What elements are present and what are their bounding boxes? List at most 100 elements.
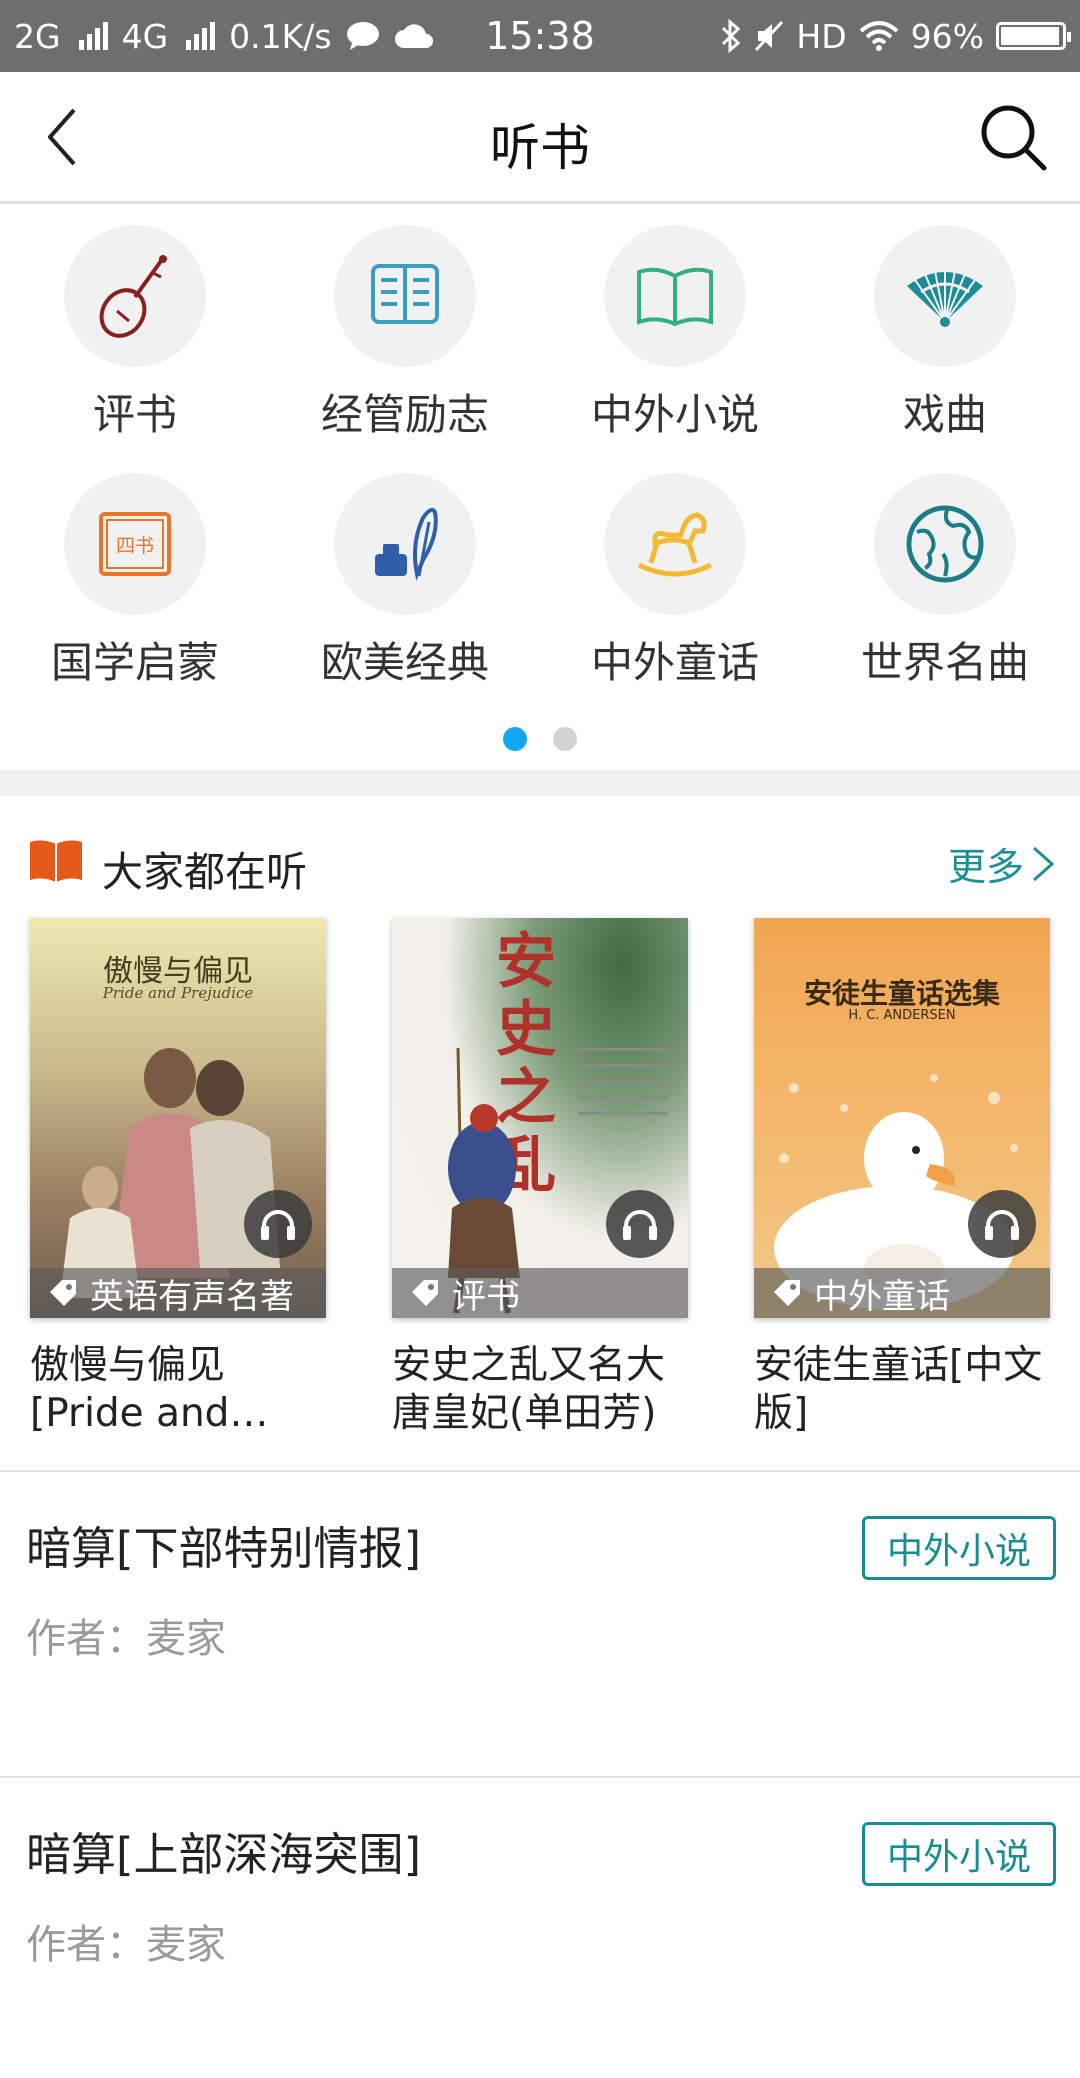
rocking-horse-icon <box>637 512 713 577</box>
list-item[interactable]: 暗算[上部深海突围] 中外小说 作者：麦家 <box>0 1778 1080 2078</box>
category-tag: 英语有声名著 <box>30 1268 326 1318</box>
category-opera[interactable]: 戏曲 <box>810 207 1080 447</box>
signal-icon <box>186 22 216 50</box>
category-label: 欧美经典 <box>320 638 489 687</box>
tag-icon <box>774 1280 800 1306</box>
category-management[interactable]: 经管励志 <box>270 207 540 447</box>
headphones-button[interactable] <box>968 1190 1036 1258</box>
headphones-icon <box>623 1210 657 1240</box>
category-tag: 中外童话 <box>754 1268 1050 1318</box>
cover-subtitle: H. C. ANDERSEN <box>848 1008 956 1023</box>
status-bar: 2G 4G 0.1K/s 15:38 HD 96% <box>0 0 1080 72</box>
category-icon-bg: 四书 <box>64 473 206 615</box>
scroll-icon-text: 四书 <box>116 535 154 557</box>
list-item-author: 作者：麦家 <box>26 1616 226 1662</box>
category-icon-bg <box>874 225 1016 367</box>
category-label: 世界名曲 <box>860 638 1029 687</box>
bluetooth-icon <box>722 19 741 53</box>
battery-icon <box>996 22 1071 50</box>
search-icon[interactable] <box>978 102 1050 174</box>
book-title[interactable]: 傲慢与偏见[Pride and… <box>30 1342 330 1438</box>
category-badge[interactable]: 中外小说 <box>862 1822 1056 1886</box>
page-indicator <box>0 727 1080 751</box>
message-icon <box>346 22 379 50</box>
category-icon-bg <box>334 473 476 615</box>
battery-percent: 96% <box>910 16 984 56</box>
category-novels[interactable]: 中外小说 <box>540 207 810 447</box>
cloud-icon <box>394 24 433 48</box>
category-label: 国学启蒙 <box>50 638 219 687</box>
book-title[interactable]: 安史之乱又名大唐皇妃(单田芳) <box>392 1342 692 1438</box>
list-item[interactable]: 暗算[下部特别情报] 中外小说 作者：麦家 <box>0 1472 1080 1772</box>
category-label: 评书 <box>92 390 177 439</box>
signal-icon <box>78 22 108 50</box>
category-guoxue[interactable]: 四书 国学启蒙 <box>0 455 270 695</box>
category-grid: 评书 经管励志 中外小说 戏曲 四书 国学启蒙 欧美经典 中外童话 世界名曲 <box>0 207 1080 767</box>
more-link[interactable]: 更多 <box>948 836 1056 891</box>
fan-icon <box>907 270 983 327</box>
category-label: 中外童话 <box>590 638 759 687</box>
category-icon-bg <box>604 225 746 367</box>
open-book-icon <box>371 264 439 324</box>
header: 听书 <box>0 72 1080 204</box>
book-cover[interactable]: 傲慢与偏见 Pride and Prejudice 英语有声名著 <box>30 918 326 1318</box>
headphones-icon <box>261 1210 295 1240</box>
network-2g-label: 2G <box>14 16 61 56</box>
ink-quill-icon <box>375 508 438 581</box>
cover-subtitle: Pride and Prejudice <box>102 984 254 1002</box>
list-item-title: 暗算[下部特别情报] <box>26 1522 422 1575</box>
book-outline-icon <box>637 267 713 327</box>
category-icon-bg <box>604 473 746 615</box>
scroll-icon: 四书 <box>99 512 171 576</box>
wifi-icon <box>859 21 898 51</box>
category-icon-bg <box>64 225 206 367</box>
list-item-author: 作者：麦家 <box>26 1922 226 1968</box>
pipa-icon <box>99 255 167 338</box>
category-western-classics[interactable]: 欧美经典 <box>270 455 540 695</box>
category-label: 戏曲 <box>902 390 987 439</box>
category-world-music[interactable]: 世界名曲 <box>810 455 1080 695</box>
headphones-button[interactable] <box>244 1190 312 1258</box>
section-separator <box>0 770 1080 796</box>
tag-icon <box>412 1280 438 1306</box>
tag-icon <box>50 1280 76 1306</box>
page-dot-active[interactable] <box>503 727 527 751</box>
cover-art: 安史之乱 <box>392 918 688 1318</box>
page-title: 听书 <box>490 119 590 177</box>
cover-title: 安徒生童话选集 <box>803 977 1000 1010</box>
category-icon-bg <box>334 225 476 367</box>
section-title: 大家都在听 <box>102 848 307 896</box>
category-label: 中外小说 <box>590 390 759 439</box>
cover-art: 傲慢与偏见 Pride and Prejudice <box>30 918 326 1318</box>
globe-icon <box>906 505 984 583</box>
cover-art: 安徒生童话选集 H. C. ANDERSEN <box>754 918 1050 1318</box>
page-dot[interactable] <box>553 727 577 751</box>
category-pingshu[interactable]: 评书 <box>0 207 270 447</box>
book-card[interactable]: 傲慢与偏见 Pride and Prejudice 英语有声名著 傲慢与偏见[P… <box>30 918 330 1438</box>
hd-label: HD <box>796 16 847 56</box>
network-speed: 0.1K/s <box>229 16 332 56</box>
book-cover[interactable]: 安徒生童话选集 H. C. ANDERSEN 中外童话 <box>754 918 1050 1318</box>
tag-label: 英语有声名著 <box>90 1276 294 1317</box>
headphones-button[interactable] <box>606 1190 674 1258</box>
book-card[interactable]: 安徒生童话选集 H. C. ANDERSEN 中外童话 安徒生童话[中文版] <box>754 918 1054 1438</box>
mute-icon <box>755 20 784 52</box>
headphones-icon <box>985 1210 1019 1240</box>
chevron-right-icon <box>1033 846 1055 881</box>
tag-label: 评书 <box>452 1276 520 1317</box>
more-label: 更多 <box>947 845 1024 889</box>
popular-books: 傲慢与偏见 Pride and Prejudice 英语有声名著 傲慢与偏见[P… <box>0 918 1080 1438</box>
category-fairy-tales[interactable]: 中外童话 <box>540 455 810 695</box>
category-badge[interactable]: 中外小说 <box>862 1516 1056 1580</box>
popular-section-header: 大家都在听 更多 <box>0 830 1080 900</box>
category-icon-bg <box>874 473 1016 615</box>
category-tag: 评书 <box>392 1268 688 1318</box>
book-icon <box>30 840 82 882</box>
book-card[interactable]: 安史之乱 评书 安史之乱又名大唐皇妃(单田芳) <box>392 918 692 1438</box>
tag-label: 中外童话 <box>814 1276 950 1317</box>
list-item-title: 暗算[上部深海突围] <box>26 1828 422 1881</box>
book-cover[interactable]: 安史之乱 评书 <box>392 918 688 1318</box>
book-title[interactable]: 安徒生童话[中文版] <box>754 1342 1054 1438</box>
category-label: 经管励志 <box>320 390 489 439</box>
network-4g-label: 4G <box>121 16 169 56</box>
